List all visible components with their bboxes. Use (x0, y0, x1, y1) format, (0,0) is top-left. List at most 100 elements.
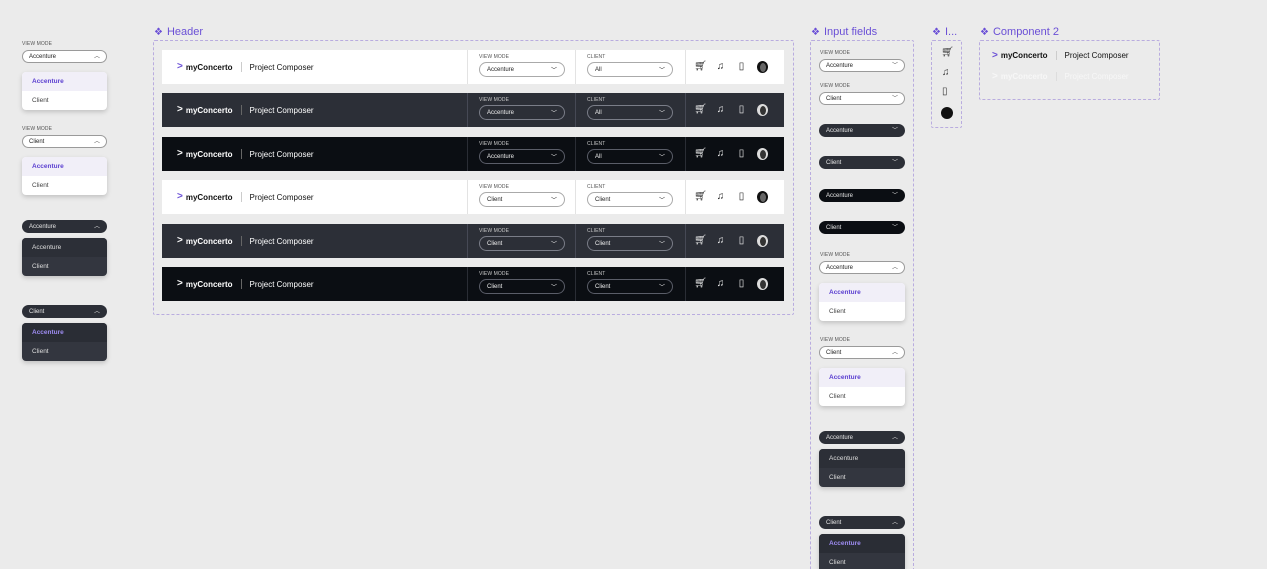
component-icon: ❖ (811, 26, 820, 38)
client-select[interactable]: Client ﹀ (587, 236, 673, 251)
option-accenture[interactable]: Accenture (22, 323, 107, 342)
header-bar-dark: > myConcerto Project Composer VIEW MODE … (162, 224, 784, 258)
chevron-down-icon: ﹀ (658, 155, 665, 161)
view-mode-select[interactable]: Client ﹀ (479, 192, 565, 207)
view-mode-label: VIEW MODE (820, 83, 851, 89)
view-mode-field: VIEW MODE Accenture ﹀ (467, 97, 575, 120)
option-accenture[interactable]: Accenture (819, 368, 905, 387)
avatar[interactable] (757, 235, 768, 247)
brand-lockup[interactable]: > myConcerto Project Composer (177, 104, 314, 116)
chevron-down-icon: ﹀ (891, 224, 898, 231)
brand-lockup[interactable]: > myConcerto Project Composer (177, 61, 314, 73)
option-client[interactable]: Client (819, 302, 905, 321)
brand-lockup[interactable]: > myConcerto Project Composer (177, 191, 314, 203)
option-accenture[interactable]: Accenture (819, 534, 905, 553)
project-name: Project Composer (1064, 72, 1129, 81)
view-mode-select[interactable]: Accenture ﹀ (479, 62, 565, 77)
avatar[interactable] (757, 191, 768, 203)
bookmark-icon[interactable]: ▯ (942, 86, 948, 97)
option-accenture[interactable]: Accenture (819, 283, 905, 302)
view-mode-select-open[interactable]: Accenture ︿ (819, 261, 905, 274)
bookmark-icon[interactable]: ▯ (736, 105, 747, 115)
view-mode-select-open-accenture[interactable]: Accenture ︿ (22, 50, 107, 63)
bell-icon[interactable]: ♫ (942, 67, 950, 78)
option-client[interactable]: Client (819, 468, 905, 487)
client-select[interactable]: All ﹀ (587, 149, 673, 164)
cart-icon[interactable]: 🛒︎ (694, 279, 707, 289)
bell-icon[interactable]: ♫ (715, 192, 726, 202)
dark-dropdown-menu: Accenture Client (819, 449, 905, 487)
brand-lockup[interactable]: > myConcerto Project Composer (177, 148, 314, 160)
dark-select-accenture[interactable]: Accenture ︿ (22, 220, 107, 233)
option-client[interactable]: Client (22, 91, 107, 110)
logo-arrow-icon: > (992, 50, 998, 61)
bookmark-icon[interactable]: ▯ (736, 149, 747, 159)
avatar[interactable] (757, 278, 768, 290)
option-client[interactable]: Client (22, 342, 107, 361)
view-mode-select[interactable]: Accenture ﹀ (819, 59, 905, 72)
view-mode-select-open[interactable]: Client ︿ (819, 346, 905, 359)
dark-select-open[interactable]: Accenture ︿ (819, 431, 905, 444)
cart-icon[interactable]: 🛒︎ (941, 47, 954, 58)
bell-icon[interactable]: ♫ (715, 236, 726, 246)
cart-icon[interactable]: 🛒︎ (694, 149, 707, 159)
cart-icon[interactable]: 🛒︎ (694, 105, 707, 115)
view-mode-label: VIEW MODE (479, 97, 510, 103)
dark-select-client[interactable]: Client ︿ (22, 305, 107, 318)
avatar[interactable] (757, 61, 768, 73)
avatar[interactable] (757, 104, 768, 116)
logo-arrow-icon: > (177, 235, 183, 246)
client-label: CLIENT (587, 271, 606, 277)
option-client[interactable]: Client (819, 387, 905, 406)
brand-lockup[interactable]: > myConcerto Project Composer (177, 235, 314, 247)
dark-select[interactable]: Accenture ﹀ (819, 124, 905, 137)
option-client[interactable]: Client (22, 257, 107, 276)
client-select[interactable]: All ﹀ (587, 105, 673, 120)
dark-select-open[interactable]: Client ︿ (819, 516, 905, 529)
bell-icon[interactable]: ♫ (715, 62, 726, 72)
bookmark-icon[interactable]: ▯ (736, 279, 747, 289)
avatar[interactable] (757, 148, 768, 160)
client-select[interactable]: All ﹀ (587, 62, 673, 77)
option-accenture[interactable]: Accenture (22, 238, 107, 257)
chevron-up-icon: ︿ (891, 264, 898, 271)
view-mode-label: VIEW MODE (479, 271, 510, 277)
divider (240, 105, 242, 115)
view-mode-select[interactable]: Client ﹀ (819, 92, 905, 105)
cart-icon[interactable]: 🛒︎ (694, 192, 707, 202)
client-select[interactable]: Client ﹀ (587, 192, 673, 207)
option-accenture[interactable]: Accenture (819, 449, 905, 468)
dark-select[interactable]: Client ﹀ (819, 156, 905, 169)
cart-icon[interactable]: 🛒︎ (694, 62, 707, 72)
option-client[interactable]: Client (819, 553, 905, 569)
logo-arrow-icon: > (177, 148, 183, 159)
bookmark-icon[interactable]: ▯ (736, 192, 747, 202)
view-mode-select[interactable]: Accenture ﹀ (479, 105, 565, 120)
black-select[interactable]: Accenture ﹀ (819, 189, 905, 202)
option-accenture[interactable]: Accenture (22, 72, 107, 91)
brand-lockup[interactable]: > myConcerto Project Composer (177, 278, 314, 290)
black-select[interactable]: Client ﹀ (819, 221, 905, 234)
view-mode-field: VIEW MODE Accenture ﹀ (467, 54, 575, 77)
divider (1055, 51, 1057, 60)
bell-icon[interactable]: ♫ (715, 105, 726, 115)
divider (685, 224, 686, 258)
bell-icon[interactable]: ♫ (715, 279, 726, 289)
cart-icon[interactable]: 🛒︎ (694, 236, 707, 246)
view-mode-label: VIEW MODE (22, 41, 53, 47)
view-mode-select[interactable]: Client ﹀ (479, 279, 565, 294)
option-accenture[interactable]: Accenture (22, 157, 107, 176)
view-mode-select[interactable]: Accenture ﹀ (479, 149, 565, 164)
view-mode-field: VIEW MODE Accenture ﹀ (467, 141, 575, 164)
bell-icon[interactable]: ♫ (715, 149, 726, 159)
chevron-down-icon: ﹀ (550, 68, 557, 74)
bookmark-icon[interactable]: ▯ (736, 62, 747, 72)
view-mode-select[interactable]: Client ﹀ (479, 236, 565, 251)
avatar[interactable] (941, 107, 953, 119)
chevron-down-icon: ﹀ (658, 111, 665, 117)
option-client[interactable]: Client (22, 176, 107, 195)
bookmark-icon[interactable]: ▯ (736, 236, 747, 246)
client-select[interactable]: Client ﹀ (587, 279, 673, 294)
view-mode-select-open-client[interactable]: Client ︿ (22, 135, 107, 148)
dark-dropdown-menu: Accenture Client (22, 323, 107, 361)
